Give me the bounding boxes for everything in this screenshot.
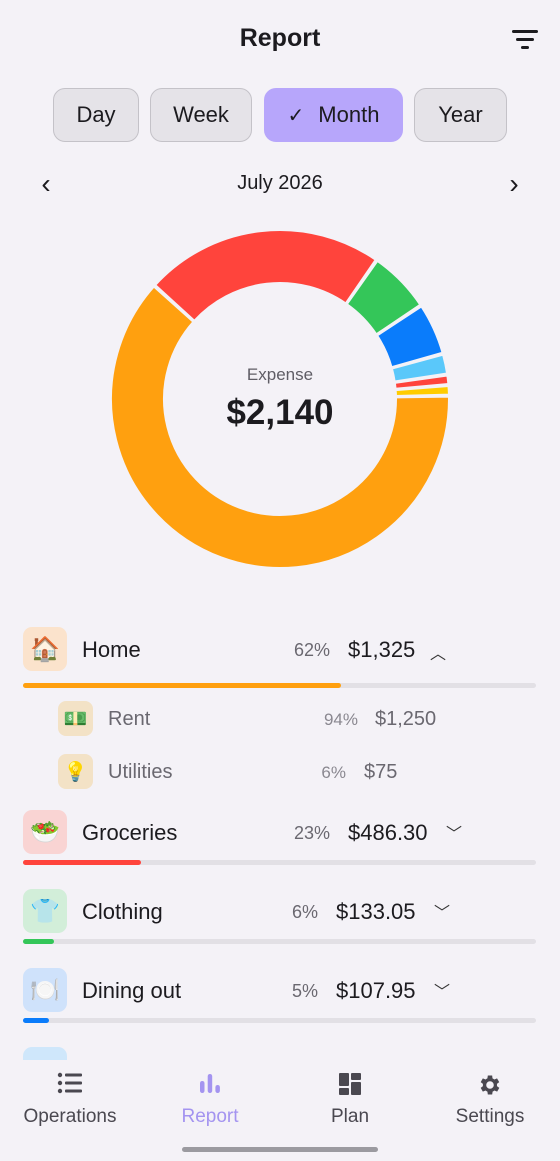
category-amount: $107.95 [336,978,416,1003]
bar-chart-icon [140,1072,280,1100]
donut-slice-groceries[interactable] [153,229,378,323]
category-amount: $1,325 [348,637,416,662]
category-name: Groceries [82,820,178,845]
category-progress-bar [23,860,536,865]
filter-icon [512,30,538,33]
category-row-dining-out[interactable]: 🍽️ Dining out 5% $107.95 ﹀ [0,968,560,1028]
period-week-button[interactable]: Week [150,88,252,142]
subcategory-row-rent[interactable]: 💵 Rent 94% $1,250 [0,701,560,741]
category-percent: 5% [291,981,318,1001]
salad-icon: 🥗 [23,810,67,854]
nav-label: Settings [455,1106,525,1127]
nav-label: Operations [23,1106,117,1127]
dashboard-icon [280,1072,420,1100]
subcategory-percent: 94% [323,710,358,729]
month-label: July 2026 [237,172,323,194]
period-month-label: Month [318,102,380,127]
check-icon: ✓ [287,104,305,127]
subcategory-amount: $75 [364,761,398,783]
category-row-groceries[interactable]: 🥗 Groceries 23% $486.30 ﹀ [0,810,560,870]
nav-report[interactable]: Report [140,1072,280,1132]
category-row-home[interactable]: 🏠 Home 62% $1,325 ︿ [0,627,560,689]
tshirt-icon: 👕 [23,889,67,933]
filter-icon-mid [516,38,534,41]
nav-label: Plan [330,1106,370,1127]
period-month-button[interactable]: ✓ Month [264,88,403,142]
period-day-button[interactable]: Day [53,88,139,142]
plate-icon: 🍽️ [23,968,67,1012]
category-progress-bar [23,1018,536,1023]
filter-icon-bottom [521,46,529,49]
category-list: 🏠 Home 62% $1,325 ︿ 💵 Rent 94% $1,250 💡 … [0,620,560,1060]
category-percent: 23% [293,823,330,843]
bottom-navigation: Operations Report Plan Settings [0,1060,560,1161]
clock-icon [23,1047,67,1060]
category-progress-fill [23,1018,49,1023]
chevron-down-icon[interactable]: ﹀ [446,820,462,844]
subcategory-name: Utilities [108,761,173,783]
category-name: Home [82,637,141,662]
category-progress-bar [23,683,536,688]
chevron-down-icon[interactable]: ﹀ [434,978,450,1002]
gear-icon [420,1072,560,1100]
subcategory-amount: $1,250 [375,708,437,730]
nav-operations[interactable]: Operations [0,1072,140,1132]
category-name: Dining out [82,978,182,1003]
chevron-down-icon[interactable]: ﹀ [434,899,450,923]
nav-plan[interactable]: Plan [280,1072,420,1132]
house-icon: 🏠 [23,627,67,671]
banknote-icon: 💵 [58,701,93,736]
period-week-label: Week [173,102,229,127]
home-indicator [182,1147,378,1152]
subcategory-percent: 6% [321,763,346,782]
category-name: Clothing [82,899,163,924]
header: Report [0,0,560,80]
category-progress-fill [23,939,54,944]
chart-center-label: Expense [246,365,314,384]
category-percent: 6% [291,902,318,922]
category-row-clothing[interactable]: 👕 Clothing 6% $133.05 ﹀ [0,889,560,949]
filter-button[interactable] [508,26,542,54]
category-progress-fill [23,860,141,865]
period-year-button[interactable]: Year [414,88,507,142]
nav-settings[interactable]: Settings [420,1072,560,1132]
category-progress-fill [23,683,342,688]
category-percent: 62% [293,640,330,660]
expense-donut-chart: Expense $2,140 [110,229,450,569]
subcategory-name: Rent [108,708,151,730]
chevron-up-icon[interactable]: ︿ [430,640,446,664]
lightbulb-icon: 💡 [58,754,93,789]
period-year-label: Year [438,102,483,127]
chart-center-total: $2,140 [226,393,334,432]
category-amount: $133.05 [336,899,416,924]
chevron-right-icon[interactable]: › [499,168,529,200]
category-row-partial[interactable] [0,1047,560,1060]
subcategory-row-utilities[interactable]: 💡 Utilities 6% $75 [0,754,560,794]
page-title: Report [239,24,321,52]
nav-label: Report [181,1106,239,1127]
list-icon [0,1072,140,1100]
category-amount: $486.30 [348,820,428,845]
period-day-label: Day [76,102,116,127]
month-navigation: ‹ July 2026 › [0,166,560,202]
category-progress-bar [23,939,536,944]
